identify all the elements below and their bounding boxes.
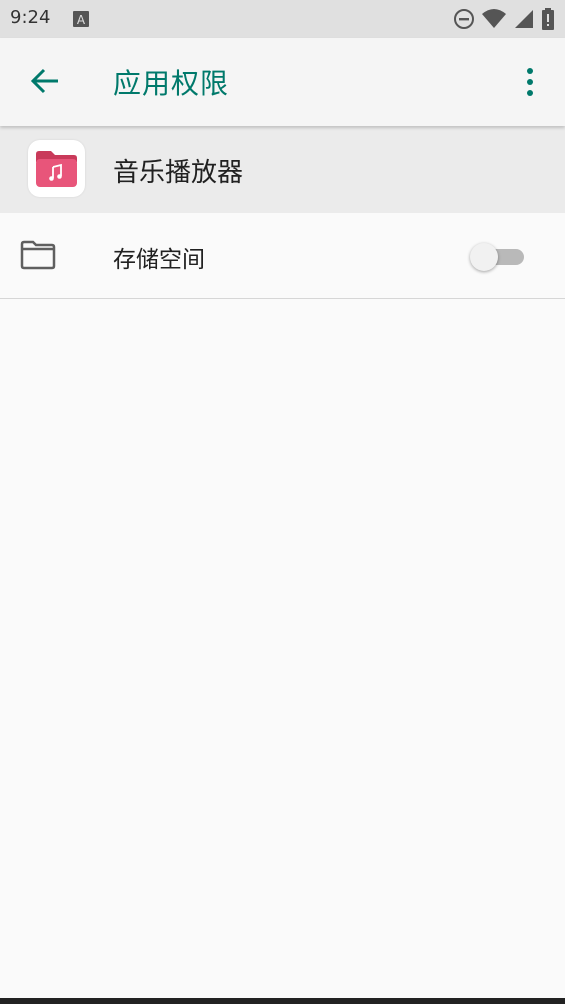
wifi-icon <box>482 9 506 28</box>
permission-label: 存储空间 <box>113 247 205 273</box>
app-header-row: 音乐播放器 <box>0 126 565 213</box>
app-bar: 应用权限 <box>0 38 565 126</box>
status-icons <box>453 8 555 30</box>
storage-permission-toggle[interactable] <box>470 240 526 272</box>
cell-signal-icon <box>515 10 533 28</box>
svg-text:A: A <box>77 13 86 27</box>
do-not-disturb-icon <box>454 9 474 29</box>
navigation-bar <box>0 998 565 1004</box>
music-folder-icon <box>36 151 77 187</box>
permission-row-storage[interactable]: 存储空间 <box>0 213 565 299</box>
status-time: 9:24 <box>10 7 51 28</box>
toggle-thumb <box>470 243 498 271</box>
status-bar: 9:24 A <box>0 0 565 38</box>
arrow-back-icon[interactable] <box>28 64 62 98</box>
more-vert-icon[interactable] <box>516 64 544 100</box>
text-notification-icon: A <box>73 11 89 27</box>
page-title: 应用权限 <box>113 67 230 100</box>
app-icon-container <box>28 140 85 197</box>
folder-icon <box>20 240 56 270</box>
app-name: 音乐播放器 <box>113 158 244 188</box>
battery-icon <box>542 8 554 30</box>
